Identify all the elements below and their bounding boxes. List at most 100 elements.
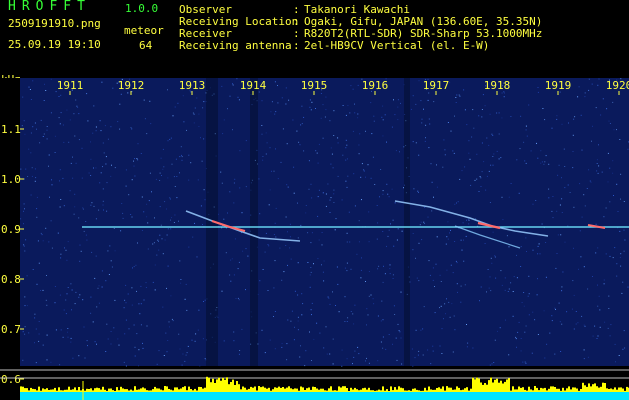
level-bar	[176, 387, 178, 392]
level-bar	[54, 387, 56, 392]
level-bar	[36, 390, 38, 392]
level-bar	[300, 386, 302, 392]
level-bar	[212, 378, 214, 392]
level-bar	[124, 389, 126, 392]
level-bar	[432, 389, 434, 392]
antenna-value: 2el-HB9CV Vertical (el. E-W)	[304, 39, 490, 52]
level-bar	[434, 389, 436, 392]
level-bar	[596, 386, 598, 392]
level-bar	[184, 386, 186, 392]
level-bar	[266, 388, 268, 392]
level-bar	[380, 390, 382, 392]
level-bar	[250, 386, 252, 392]
level-bar	[578, 390, 580, 392]
level-bar	[396, 389, 398, 392]
level-bar	[180, 388, 182, 392]
level-bar	[558, 388, 560, 392]
level-bar	[478, 378, 480, 392]
level-bar	[316, 388, 318, 392]
level-bar	[580, 389, 582, 392]
level-bar	[58, 387, 60, 392]
level-bar	[106, 390, 108, 392]
level-bar	[188, 386, 190, 392]
level-bar	[198, 386, 200, 392]
level-bar	[498, 382, 500, 392]
level-bar	[78, 387, 80, 392]
level-bar	[68, 386, 70, 392]
level-bar	[100, 389, 102, 392]
level-bar	[622, 388, 624, 392]
level-bar	[110, 388, 112, 392]
level-bar	[146, 390, 148, 392]
level-bar	[308, 387, 310, 392]
level-bar	[570, 389, 572, 392]
level-bar	[324, 390, 326, 392]
level-bar	[322, 388, 324, 392]
level-bar	[456, 386, 458, 392]
level-bar	[116, 387, 118, 392]
level-bar	[138, 389, 140, 392]
level-bar	[362, 388, 364, 392]
level-bar	[224, 379, 226, 392]
app-version: 1.0.0	[125, 2, 159, 15]
level-bar	[332, 390, 334, 392]
level-bar	[450, 387, 452, 392]
level-bar	[196, 390, 198, 392]
level-bar	[510, 390, 512, 392]
level-bar	[398, 386, 400, 392]
level-bar	[372, 390, 374, 392]
level-bar	[270, 390, 272, 392]
level-bar	[238, 384, 240, 392]
level-bar	[20, 386, 22, 392]
level-bar	[60, 390, 62, 392]
level-bar	[536, 387, 538, 392]
level-bar	[152, 389, 154, 392]
level-bar	[508, 378, 510, 392]
level-bar	[242, 386, 244, 392]
level-bar	[582, 382, 584, 392]
level-bar	[414, 388, 416, 392]
level-bar	[550, 386, 552, 392]
level-bar	[422, 390, 424, 392]
level-bar	[492, 382, 494, 392]
level-bar	[466, 387, 468, 392]
level-bar	[486, 384, 488, 392]
level-bar	[592, 384, 594, 392]
level-bar	[614, 387, 616, 392]
level-bar	[402, 388, 404, 392]
level-bar	[274, 387, 276, 392]
level-bar	[604, 383, 606, 392]
level-bar	[454, 389, 456, 392]
level-bar	[572, 387, 574, 392]
level-bar	[350, 387, 352, 392]
level-bar	[356, 389, 358, 392]
level-bar	[534, 386, 536, 392]
level-bar	[552, 386, 554, 392]
level-bar	[562, 387, 564, 392]
level-bar	[472, 377, 474, 392]
level-bar	[192, 390, 194, 392]
time-tick-label: 1917	[423, 79, 450, 92]
level-bar	[330, 386, 332, 392]
level-bar	[268, 387, 270, 392]
level-bar	[530, 389, 532, 392]
level-bar	[564, 390, 566, 392]
level-bar	[132, 390, 134, 392]
level-bar	[462, 389, 464, 392]
level-bar	[554, 387, 556, 392]
level-bar	[620, 387, 622, 392]
level-bar	[606, 388, 608, 392]
level-bar	[376, 390, 378, 392]
level-bar	[208, 377, 210, 392]
level-bar	[80, 390, 82, 392]
antenna-colon: :	[293, 39, 300, 52]
level-bar	[48, 390, 50, 392]
level-bar	[126, 389, 128, 392]
level-bar	[278, 386, 280, 392]
level-bar	[318, 389, 320, 392]
level-bar	[84, 390, 86, 392]
level-bar	[90, 388, 92, 392]
level-bar	[388, 391, 390, 392]
level-bar	[312, 386, 314, 392]
freq-tick-label: 0.7	[1, 323, 21, 336]
